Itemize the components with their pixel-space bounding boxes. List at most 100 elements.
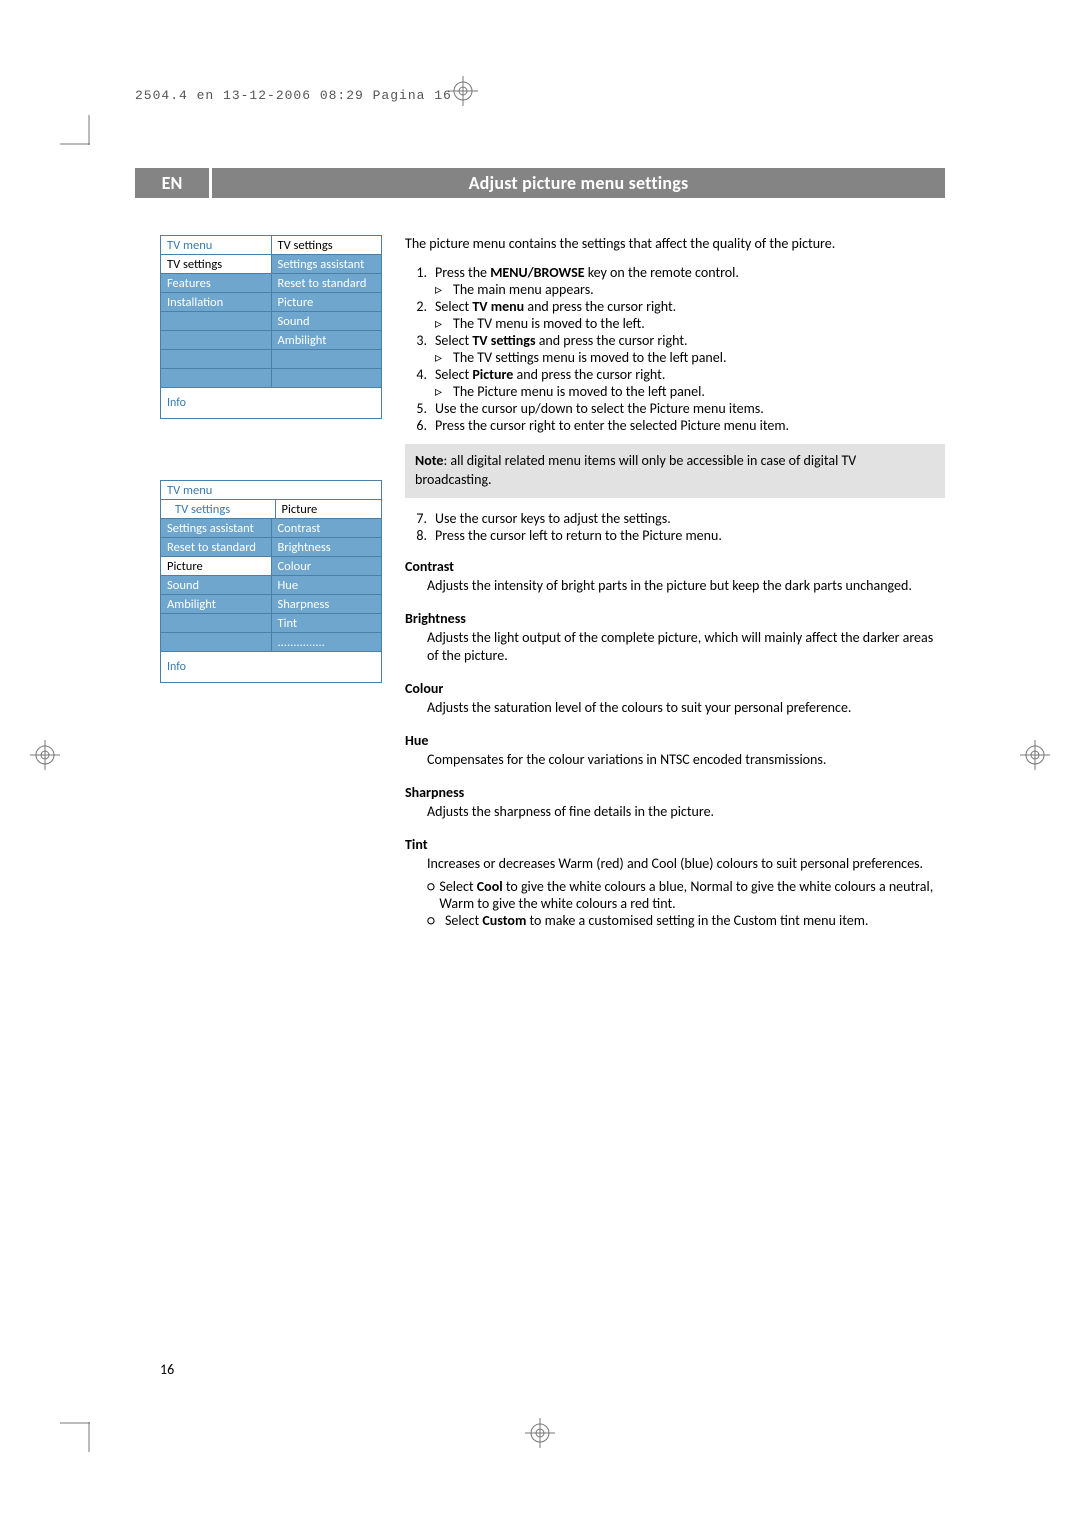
menu2-right-5: Tint: [272, 614, 382, 633]
menu2-left-blank6: [161, 633, 272, 652]
tint-bullet-1: ○ Select Cool to give the white colours …: [405, 878, 945, 912]
tint-b1-pre: Select: [439, 878, 476, 895]
section-body: Adjusts the light output of the complete…: [427, 629, 945, 667]
menu2-right-1: Brightness: [272, 538, 382, 557]
step-item: 8.Press the cursor left to return to the…: [405, 527, 945, 544]
menu1-left-blank5: [161, 350, 272, 369]
section-heading: Brightness: [405, 610, 945, 627]
menu2-right-0: Contrast: [272, 519, 382, 538]
step-number: 8.: [405, 527, 435, 544]
menu1-left-blank6: [161, 369, 272, 388]
menu1-right-3: Sound: [272, 312, 382, 331]
menu1-right-4: Ambilight: [272, 331, 382, 350]
step-sub: ▹The main menu appears.: [405, 281, 945, 298]
page-title: Adjust picture menu settings: [212, 168, 945, 198]
page-number: 16: [160, 1361, 174, 1378]
menu2-right-2: Colour: [272, 557, 382, 576]
menu1-info: Info: [161, 388, 381, 418]
step-item: 6.Press the cursor right to enter the se…: [405, 417, 945, 434]
tint-b1-post: to give the white colours a blue, Normal…: [439, 878, 933, 912]
step-item: 7.Use the cursor keys to adjust the sett…: [405, 510, 945, 527]
menu2-right-4: Sharpness: [272, 595, 382, 614]
step-number: 4.: [405, 366, 435, 383]
section-body-tint: Increases or decreases Warm (red) and Co…: [427, 855, 945, 874]
menu2-left-blank5: [161, 614, 272, 633]
body-column: The picture menu contains the settings t…: [405, 235, 945, 929]
step-sub-text: The TV menu is moved to the left.: [453, 315, 645, 332]
step-sub-text: The Picture menu is moved to the left pa…: [453, 383, 705, 400]
step-number: 3.: [405, 332, 435, 349]
menu-screenshot-2: TV menu TV settings Picture Settings ass…: [160, 480, 382, 683]
step-text: Press the MENU/BROWSE key on the remote …: [435, 264, 945, 281]
note-box: Note: all digital related menu items wil…: [405, 444, 945, 498]
crop-mark-corner-tl: [60, 115, 90, 145]
menu1-right-blank6: [272, 369, 382, 388]
arrow-icon: ▹: [435, 349, 453, 366]
bullet-icon: ○: [427, 878, 439, 912]
menu1-left-2: Installation: [161, 293, 272, 312]
arrow-icon: ▹: [435, 281, 453, 298]
step-sub-text: The TV settings menu is moved to the lef…: [453, 349, 726, 366]
menu1-left-blank3: [161, 312, 272, 331]
menu2-right-6: ...............: [272, 633, 382, 652]
step-text: Select Picture and press the cursor righ…: [435, 366, 945, 383]
step-text: Press the cursor left to return to the P…: [435, 527, 945, 544]
menu2-crumb-right: Picture: [276, 500, 382, 519]
step-number: 7.: [405, 510, 435, 527]
note-text: : all digital related menu items will on…: [415, 452, 856, 488]
step-sub-text: The main menu appears.: [453, 281, 594, 298]
menu2-header-blank: [271, 481, 381, 500]
note-label: Note: [415, 452, 443, 469]
menu2-left-0: Settings assistant: [161, 519, 272, 538]
menu2-left-3: Sound: [161, 576, 272, 595]
menu2-right-3: Hue: [272, 576, 382, 595]
section-tint: Tint Increases or decreases Warm (red) a…: [405, 836, 945, 929]
menu2-header: TV menu: [161, 481, 271, 500]
menu1-right-2: Picture: [272, 293, 382, 312]
menu2-left-1: Reset to standard: [161, 538, 272, 557]
tint-b2-pre: Select: [445, 912, 482, 929]
menu1-header-right: TV settings: [272, 236, 382, 255]
menu2-left-4: Ambilight: [161, 595, 272, 614]
step-number: 5.: [405, 400, 435, 417]
section-heading: Sharpness: [405, 784, 945, 801]
arrow-icon: ▹: [435, 383, 453, 400]
section-heading: Colour: [405, 680, 945, 697]
step-sub: ▹The TV menu is moved to the left.: [405, 315, 945, 332]
tint-bullet-2: ○ Select Custom to make a customised set…: [405, 912, 945, 929]
print-header: 2504.4 en 13-12-2006 08:29 Pagina 16: [135, 88, 452, 103]
step-number: 6.: [405, 417, 435, 434]
step-number: 2.: [405, 298, 435, 315]
menu1-right-1: Reset to standard: [272, 274, 382, 293]
step-text: Use the cursor up/down to select the Pic…: [435, 400, 945, 417]
menu-screenshot-1: TV menu TV settings TV settings Settings…: [160, 235, 382, 419]
sections: ContrastAdjusts the intensity of bright …: [405, 558, 945, 822]
menu1-left-0: TV settings: [161, 255, 272, 274]
step-item: 2.Select TV menu and press the cursor ri…: [405, 298, 945, 315]
section-body: Adjusts the saturation level of the colo…: [427, 699, 945, 718]
title-bar: EN Adjust picture menu settings: [135, 168, 945, 198]
tint-b2-bold: Custom: [482, 912, 526, 929]
menu2-crumb: TV settings: [161, 500, 276, 519]
menu2-info: Info: [161, 652, 381, 682]
step-text: Use the cursor keys to adjust the settin…: [435, 510, 945, 527]
step-item: 3.Select TV settings and press the curso…: [405, 332, 945, 349]
menu1-right-0: Settings assistant: [272, 255, 382, 274]
step-sub: ▹The Picture menu is moved to the left p…: [405, 383, 945, 400]
step-text: Select TV settings and press the cursor …: [435, 332, 945, 349]
step-item: 4.Select Picture and press the cursor ri…: [405, 366, 945, 383]
menu2-left-2: Picture: [161, 557, 272, 576]
section-heading: Hue: [405, 732, 945, 749]
step-text: Press the cursor right to enter the sele…: [435, 417, 945, 434]
tint-b2-post: to make a customised setting in the Cust…: [526, 912, 868, 929]
menu1-header-left: TV menu: [161, 236, 272, 255]
crop-mark-corner-bl: [60, 1422, 90, 1452]
step-item: 5.Use the cursor up/down to select the P…: [405, 400, 945, 417]
language-tab: EN: [135, 168, 212, 198]
section-heading-tint: Tint: [405, 836, 945, 853]
arrow-icon: ▹: [435, 315, 453, 332]
menu1-left-blank4: [161, 331, 272, 350]
section-body: Adjusts the intensity of bright parts in…: [427, 577, 945, 596]
step-list-2: 7.Use the cursor keys to adjust the sett…: [405, 510, 945, 544]
menu1-left-1: Features: [161, 274, 272, 293]
